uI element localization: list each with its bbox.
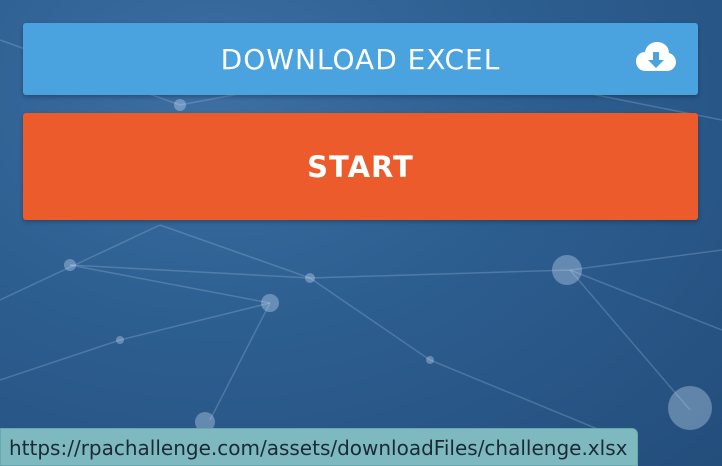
download-excel-label: DOWNLOAD EXCEL [220, 42, 501, 76]
cloud-download-icon [636, 42, 676, 71]
status-bar-url: https://rpachallenge.com/assets/download… [0, 428, 639, 466]
status-url-text: https://rpachallenge.com/assets/download… [9, 436, 628, 460]
start-label: START [307, 149, 414, 184]
start-button[interactable]: START [23, 113, 698, 220]
download-excel-button[interactable]: DOWNLOAD EXCEL [23, 23, 698, 95]
